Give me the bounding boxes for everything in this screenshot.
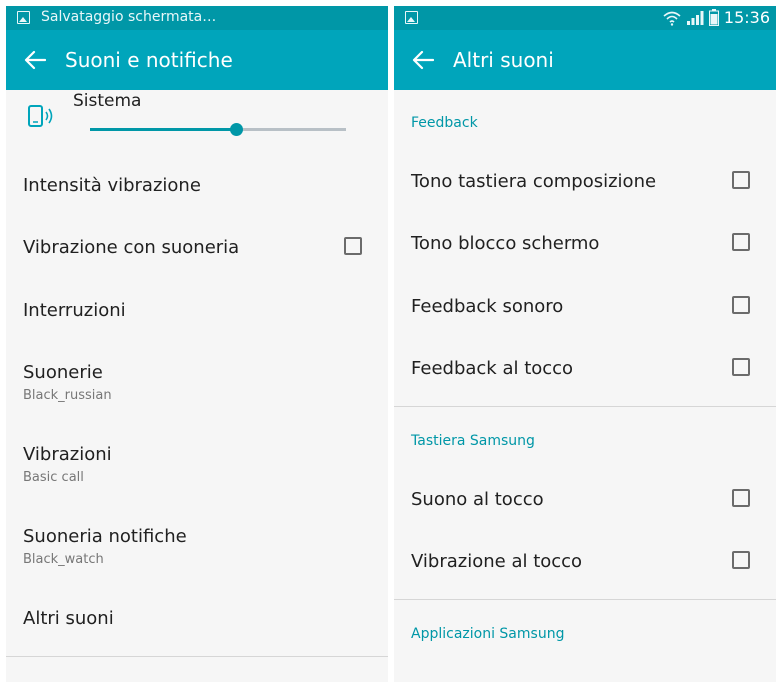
app-bar: Suoni e notifiche — [6, 30, 388, 90]
divider — [394, 599, 776, 600]
list-item-title: Tono blocco schermo — [411, 233, 600, 254]
list-item-title: Suoneria notifiche — [23, 526, 187, 547]
section-header-samsung-keyboard: Tastiera Samsung — [411, 433, 535, 449]
list-item-title: Vibrazione con suoneria — [23, 237, 240, 258]
page-title: Suoni e notifiche — [65, 48, 233, 72]
wifi-icon — [663, 11, 681, 26]
status-bar: 15:36 — [394, 6, 776, 30]
list-item-title: Suonerie — [23, 362, 103, 383]
back-arrow-icon[interactable] — [24, 50, 46, 70]
list-item-title: Feedback al tocco — [411, 358, 574, 379]
settings-panel-other-sounds: 15:36 Altri suoni Feedback Tono tastiera… — [394, 6, 776, 682]
status-notification-text: Salvataggio schermata… — [41, 9, 217, 25]
list-item-title: Feedback sonoro — [411, 296, 564, 317]
lock-screen-sound-checkbox[interactable] — [732, 233, 750, 251]
list-item-title: Tono tastiera composizione — [411, 171, 657, 192]
list-item-title: Vibrazioni — [23, 444, 112, 465]
key-tap-sound-checkbox[interactable] — [732, 489, 750, 507]
sound-feedback-checkbox[interactable] — [732, 296, 750, 314]
dialpad-tone-checkbox[interactable] — [732, 171, 750, 189]
volume-slider-thumb[interactable] — [229, 123, 243, 136]
page-title: Altri suoni — [453, 48, 554, 72]
list-item-title: Altri suoni — [23, 608, 114, 629]
volume-slider-fill — [90, 128, 236, 131]
status-bar: Salvataggio schermata… — [6, 6, 388, 30]
battery-icon — [708, 9, 719, 26]
list-item-subtitle: Black_russian — [23, 388, 112, 403]
vibration-ringtone-checkbox[interactable] — [344, 237, 362, 255]
divider — [394, 406, 776, 407]
list-item-title: Suono al tocco — [411, 489, 544, 510]
list-item-title: Interruzioni — [23, 300, 126, 321]
status-time: 15:36 — [723, 8, 770, 27]
signal-icon — [686, 10, 704, 25]
list-item-title: Intensità vibrazione — [23, 175, 201, 196]
back-arrow-icon[interactable] — [412, 50, 434, 70]
volume-label: Sistema — [73, 91, 142, 111]
section-header-feedback: Feedback — [411, 115, 478, 131]
phone-volume-icon — [28, 105, 53, 127]
list-item-subtitle: Basic call — [23, 470, 84, 485]
image-icon — [17, 11, 30, 24]
settings-panel-sounds: Salvataggio schermata… Suoni e notifiche… — [6, 6, 388, 682]
volume-slider[interactable] — [90, 123, 346, 136]
image-icon — [405, 11, 418, 24]
divider — [6, 656, 388, 657]
touch-feedback-checkbox[interactable] — [732, 358, 750, 376]
list-item-title: Vibrazione al tocco — [411, 551, 583, 572]
app-bar: Altri suoni — [394, 30, 776, 90]
key-tap-vibration-checkbox[interactable] — [732, 551, 750, 569]
list-item-subtitle: Black_watch — [23, 552, 104, 567]
section-header-samsung-apps: Applicazioni Samsung — [411, 626, 565, 642]
